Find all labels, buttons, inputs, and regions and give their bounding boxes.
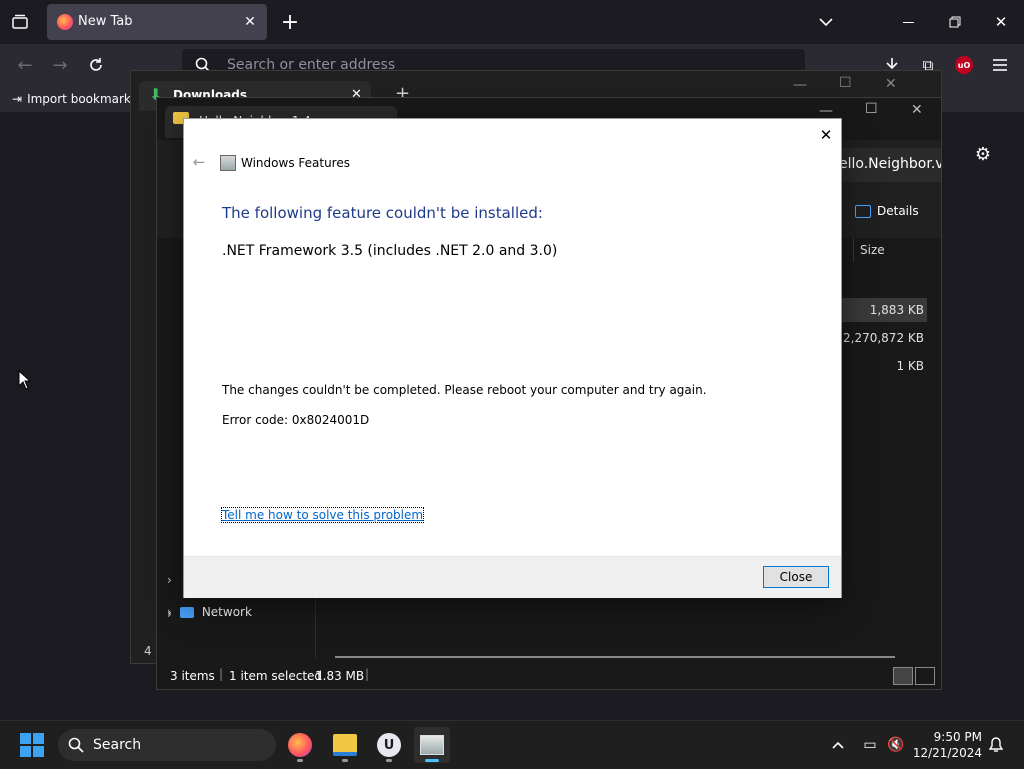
clock[interactable]: 9:50 PM 12/21/2024 bbox=[910, 729, 982, 761]
status-divider: | bbox=[219, 667, 224, 681]
volume-muted-icon[interactable]: 🔇 bbox=[886, 735, 906, 755]
reload-icon[interactable] bbox=[83, 52, 109, 78]
search-label: Search bbox=[93, 737, 142, 753]
thumbnail-view-toggle[interactable] bbox=[915, 667, 935, 685]
details-label: Details bbox=[877, 204, 919, 218]
error-message: The changes couldn't be completed. Pleas… bbox=[222, 383, 707, 397]
import-icon: ⇥ bbox=[12, 92, 23, 106]
taskbar-search-box[interactable]: Search bbox=[58, 729, 276, 761]
close-button[interactable]: Close bbox=[763, 566, 829, 588]
status-divider: | bbox=[365, 667, 370, 681]
newtab-settings-gear-icon[interactable]: ⚙ bbox=[972, 143, 994, 165]
close-window-icon[interactable]: ✕ bbox=[885, 76, 897, 92]
status-item-count: 3 items bbox=[170, 669, 215, 683]
details-pane-button[interactable]: Details bbox=[855, 204, 919, 218]
start-windows-icon[interactable] bbox=[20, 733, 44, 757]
clock-time: 9:50 PM bbox=[933, 730, 982, 744]
import-bookmarks-button[interactable]: ⇥ Import bookmarks bbox=[12, 90, 137, 108]
restore-window-icon[interactable] bbox=[943, 10, 967, 34]
mouse-cursor-icon bbox=[18, 369, 32, 394]
forward-arrow-icon[interactable]: → bbox=[47, 52, 73, 78]
address-breadcrumb[interactable]: ello.Neighbor.v1 bbox=[837, 148, 941, 182]
expand-chevron-icon[interactable]: › bbox=[167, 573, 172, 587]
notification-bell-icon[interactable] bbox=[986, 735, 1006, 755]
network-icon bbox=[179, 606, 194, 618]
dialog-back-arrow-icon[interactable]: ← bbox=[190, 153, 208, 171]
help-link[interactable]: Tell me how to solve this problem bbox=[220, 507, 425, 523]
taskbar-file-explorer-icon[interactable] bbox=[327, 727, 363, 763]
horizontal-scrollbar[interactable] bbox=[335, 656, 895, 658]
tab-title: New Tab bbox=[78, 14, 133, 29]
status-selected-size: 1.83 MB bbox=[315, 669, 365, 683]
firefox-logo-icon bbox=[57, 14, 73, 30]
restore-window-icon[interactable]: ☐ bbox=[839, 75, 852, 91]
dialog-close-icon[interactable]: ✕ bbox=[814, 123, 838, 147]
close-window-icon[interactable]: ✕ bbox=[911, 102, 923, 118]
error-code: Error code: 0x8024001D bbox=[222, 413, 370, 427]
path-text: ello.Neighbor.v1 bbox=[839, 156, 941, 172]
feature-name: .NET Framework 3.5 (includes .NET 2.0 an… bbox=[222, 243, 558, 259]
new-tab-plus-icon[interactable]: + bbox=[278, 10, 302, 35]
tab-overview-icon[interactable] bbox=[8, 10, 32, 34]
hamburger-menu-icon[interactable] bbox=[987, 52, 1013, 78]
nav-item-network[interactable]: › Network bbox=[167, 605, 252, 619]
search-icon bbox=[68, 737, 84, 757]
close-tab-icon[interactable]: ✕ bbox=[241, 13, 259, 31]
network-status-icon[interactable]: ▭ bbox=[860, 735, 880, 755]
show-hidden-icons-chevron-icon[interactable] bbox=[828, 735, 848, 755]
minimize-window-icon[interactable]: — bbox=[793, 77, 807, 93]
details-view-toggle[interactable] bbox=[893, 667, 913, 685]
windows-features-dialog: ✕ ← Windows Features The following featu… bbox=[183, 118, 842, 598]
network-label: Network bbox=[201, 605, 252, 619]
taskbar-firefox-icon[interactable] bbox=[282, 727, 318, 763]
taskbar-unreal-engine-icon[interactable]: U bbox=[371, 727, 407, 763]
dialog-footer bbox=[184, 556, 841, 598]
minimize-window-icon[interactable]: — bbox=[819, 103, 833, 119]
dialog-heading: The following feature couldn't be instal… bbox=[222, 204, 543, 222]
list-tabs-chevron-icon[interactable] bbox=[814, 10, 838, 34]
status-selected: 1 item selected bbox=[229, 669, 323, 683]
size-column-header[interactable]: Size bbox=[853, 238, 942, 262]
size-header-label: Size bbox=[860, 243, 885, 257]
expand-chevron-icon: › bbox=[167, 605, 172, 619]
import-bookmarks-label: Import bookmarks bbox=[27, 92, 138, 106]
browser-tab-bar: New Tab ✕ + ✕ bbox=[0, 0, 1024, 44]
back-arrow-icon[interactable]: ← bbox=[12, 52, 38, 78]
browser-tab-new-tab[interactable]: New Tab ✕ bbox=[47, 4, 267, 40]
ublock-extension-icon[interactable]: uO bbox=[955, 56, 973, 74]
details-pane-icon bbox=[855, 204, 871, 218]
taskbar-windows-features-icon[interactable] bbox=[414, 727, 450, 763]
windows-features-app-icon bbox=[220, 155, 236, 171]
restore-window-icon[interactable]: ☐ bbox=[865, 101, 878, 117]
status-bar: 3 items | 1 item selected 1.83 MB | bbox=[157, 664, 941, 688]
dialog-app-title: Windows Features bbox=[241, 156, 350, 170]
close-window-icon[interactable]: ✕ bbox=[989, 10, 1013, 34]
clock-date: 12/21/2024 bbox=[912, 746, 982, 760]
taskbar: Search U ▭ 🔇 9:50 PM 12/21/2024 bbox=[0, 720, 1024, 769]
minimize-window-icon[interactable] bbox=[896, 10, 920, 34]
